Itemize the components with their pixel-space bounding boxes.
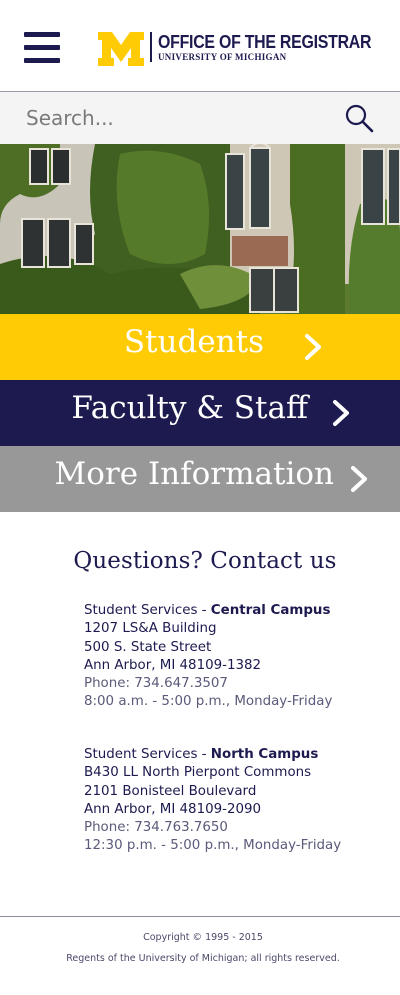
chevron-right-icon [305, 334, 321, 360]
nav-faculty-staff-button[interactable]: Faculty & Staff [0, 380, 400, 446]
hamburger-menu-icon[interactable] [24, 32, 60, 64]
central-campus-name: Central Campus [210, 603, 331, 618]
nav-more-information-button[interactable]: More Information [0, 446, 400, 512]
north-campus-name: North Campus [210, 747, 319, 762]
central-hours: 8:00 a.m. - 5:00 p.m., Monday-Friday [84, 694, 333, 710]
north-campus-heading: Student Services - North Campus [84, 746, 384, 764]
copyright-text: Copyright © 1995 - 2015 [143, 932, 263, 943]
nav-students-button[interactable]: Students [0, 314, 400, 380]
north-phone[interactable]: Phone: 734.763.7650 [84, 819, 384, 837]
central-prefix: Student Services - [84, 603, 211, 618]
north-hours: 12:30 p.m. - 5:00 p.m., Monday-Friday [84, 838, 342, 854]
nav-students-label: Students [123, 324, 264, 360]
central-city: Ann Arbor, MI 48109-1382 [84, 657, 262, 673]
site-title: OFFICE OF THE REGISTRAR [158, 31, 372, 52]
central-phone[interactable]: Phone: 734.647.3507 [84, 675, 384, 693]
contact-heading: Questions? Contact us [73, 548, 337, 574]
rights-text: Regents of the University of Michigan; a… [66, 953, 340, 964]
central-campus-heading: Student Services - Central Campus [84, 602, 384, 620]
north-city: Ann Arbor, MI 48109-2090 [84, 801, 262, 817]
logo-divider [150, 32, 152, 62]
north-address-line2: 2101 Bonisteel Boulevard [84, 783, 257, 799]
central-address-line2: 500 S. State Street [84, 639, 212, 655]
ivy-building-photo [0, 144, 400, 314]
site-logo[interactable]: OFFICE OF THE REGISTRAR UNIVERSITY OF MI… [98, 28, 388, 68]
nav-faculty-label: Faculty & Staff [71, 390, 308, 426]
chevron-right-icon [351, 466, 367, 492]
search-input[interactable] [26, 100, 326, 136]
north-address-line1: B430 LL North Pierpont Commons [84, 765, 312, 781]
search-bar [0, 92, 400, 144]
site-subtitle: UNIVERSITY OF MICHIGAN [158, 52, 287, 62]
north-campus-contact: Student Services - North Campus B430 LL … [84, 746, 384, 856]
central-address-line1: 1207 LS&A Building [84, 621, 217, 637]
site-header: OFFICE OF THE REGISTRAR UNIVERSITY OF MI… [0, 0, 400, 92]
north-prefix: Student Services - [84, 747, 211, 762]
nav-more-label: More Information [54, 456, 334, 492]
chevron-right-icon [333, 400, 349, 426]
central-campus-contact: Student Services - Central Campus 1207 L… [84, 602, 384, 712]
block-m-logo [98, 32, 144, 66]
search-icon[interactable] [344, 104, 374, 134]
footer-divider [0, 916, 400, 917]
hero-image [0, 144, 400, 314]
